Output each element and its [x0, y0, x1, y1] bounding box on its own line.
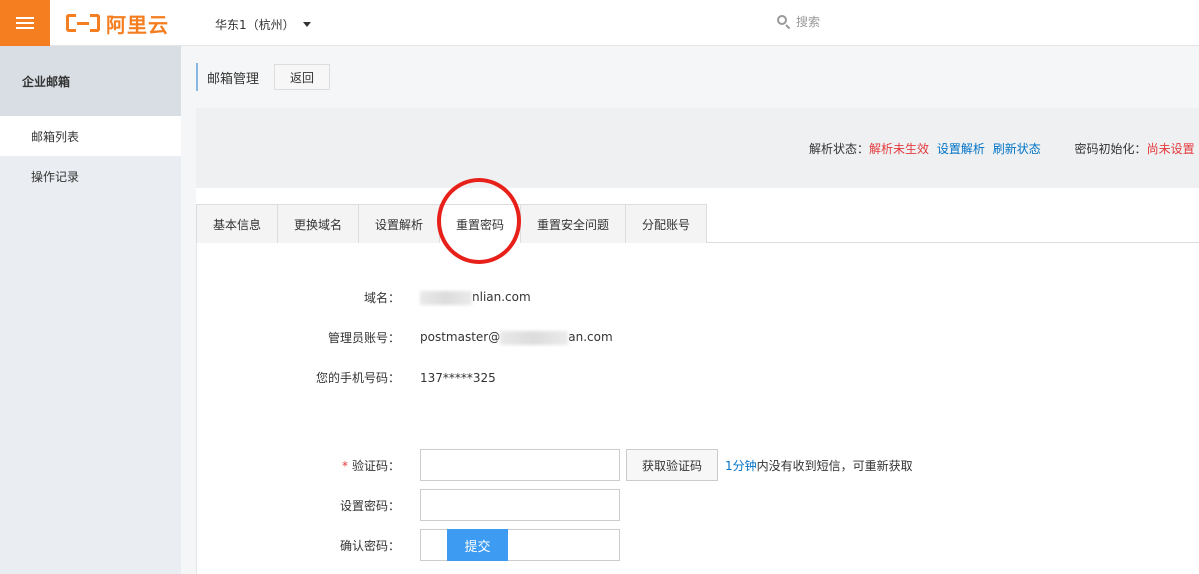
logo-text: 阿里云: [106, 12, 169, 37]
verification-code-input[interactable]: [420, 449, 620, 481]
header-accent-bar: [196, 63, 198, 91]
status-row: 解析状态：解析未生效 设置解析 刷新状态 密码初始化：尚未设置 初: [809, 140, 1199, 157]
search-icon: [777, 15, 791, 30]
menu-toggle-button[interactable]: [0, 0, 50, 46]
aliyun-logo[interactable]: 阿里云: [66, 11, 169, 37]
domain-value: nlian.com: [420, 290, 531, 305]
code-hint-timer: 1分钟: [725, 458, 757, 473]
tab-reset-password[interactable]: 重置密码: [439, 204, 521, 244]
domain-label: 域名：: [363, 291, 400, 305]
tab-dns-settings[interactable]: 设置解析: [358, 204, 440, 243]
new-password-label: 设置密码：: [339, 498, 400, 513]
new-password-input[interactable]: [420, 489, 620, 521]
dns-status-value: 解析未生效: [869, 142, 930, 156]
new-password-row: 设置密码：: [197, 489, 620, 521]
dns-status-label: 解析状态：: [809, 142, 870, 156]
refresh-status-link[interactable]: 刷新状态: [993, 142, 1041, 156]
caret-down-icon: [302, 22, 311, 27]
region-selector[interactable]: 华东1（杭州）: [215, 16, 311, 33]
code-row: * 验证码： 获取验证码 1分钟内没有收到短信，可重新获取: [197, 449, 913, 481]
page-title: 邮箱管理: [207, 71, 260, 87]
tabs-area: 基本信息 更换域名 设置解析 重置密码 重置安全问题 分配账号: [196, 188, 1199, 244]
required-mark: *: [341, 458, 348, 473]
phone-label: 您的手机号码：: [315, 371, 400, 385]
tab-change-domain[interactable]: 更换域名: [277, 204, 359, 243]
top-navbar: 阿里云 华东1（杭州） 搜索: [0, 0, 1199, 46]
admin-row: 管理员账号： postmaster@ an.com: [197, 329, 613, 346]
pwd-init-value: 尚未设置: [1146, 142, 1195, 156]
back-button[interactable]: 返回: [274, 64, 331, 90]
status-panel: 解析状态：解析未生效 设置解析 刷新状态 密码初始化：尚未设置 初: [196, 108, 1199, 188]
tab-basic-info[interactable]: 基本信息: [196, 204, 278, 243]
aliyun-logo-icon: [66, 12, 100, 34]
page-header: 邮箱管理 返回: [196, 63, 331, 91]
domain-row: 域名： nlian.com: [197, 289, 531, 306]
sidebar-title: 企业邮箱: [0, 46, 181, 116]
pwd-init-label: 密码初始化：: [1074, 142, 1147, 156]
tab-reset-security-question[interactable]: 重置安全问题: [520, 204, 626, 243]
redacted-blur: [500, 330, 569, 345]
tab-bar: 基本信息 更换域名 设置解析 重置密码 重置安全问题 分配账号: [196, 204, 707, 244]
redacted-blur: [420, 290, 472, 305]
sidebar: 企业邮箱 邮箱列表 操作记录: [0, 46, 181, 574]
phone-value: 137*****325: [420, 370, 496, 385]
confirm-password-row: 确认密码：: [197, 529, 620, 561]
hamburger-icon: [16, 16, 34, 30]
sidebar-item-operation-log[interactable]: 操作记录: [0, 156, 181, 196]
reset-password-form: 域名： nlian.com 管理员账号： postmaster@ an.com 您…: [196, 243, 1199, 574]
region-label: 华东1（杭州）: [215, 18, 295, 32]
admin-value: postmaster@ an.com: [420, 330, 613, 345]
code-label: 验证码：: [351, 458, 400, 473]
phone-row: 您的手机号码： 137*****325: [197, 369, 496, 386]
get-code-button[interactable]: 获取验证码: [626, 449, 718, 481]
sidebar-item-mailbox-list[interactable]: 邮箱列表: [0, 116, 181, 156]
main-content: 邮箱管理 返回 解析状态：解析未生效 设置解析 刷新状态 密码初始化：尚未设置 …: [181, 46, 1199, 574]
confirm-password-label: 确认密码：: [339, 538, 400, 553]
search-box[interactable]: 搜索: [777, 13, 820, 30]
submit-button[interactable]: 提交: [447, 529, 508, 561]
code-hint: 1分钟内没有收到短信，可重新获取: [725, 458, 913, 473]
tab-assign-account[interactable]: 分配账号: [625, 204, 707, 243]
set-dns-link[interactable]: 设置解析: [937, 142, 985, 156]
admin-label: 管理员账号：: [327, 331, 400, 345]
code-label-wrap: * 验证码：: [197, 457, 420, 474]
search-placeholder: 搜索: [796, 15, 821, 29]
